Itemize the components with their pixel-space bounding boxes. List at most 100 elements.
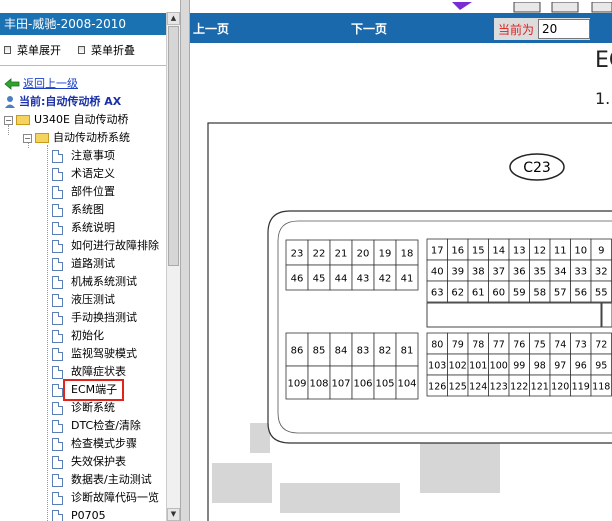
tree-leaf-item[interactable]: 道路测试 [52, 255, 115, 273]
prev-page-button[interactable]: 上一页 [193, 20, 229, 37]
tree-leaf-label: 诊断故障代码一览 [71, 491, 159, 504]
pin-number: 99 [513, 361, 525, 372]
pin-number: 62 [451, 288, 464, 299]
pin-number: 41 [401, 274, 414, 285]
pin-number: 97 [554, 361, 566, 372]
document-icon [52, 275, 63, 289]
page-nav-bar: 上一页 下一页 当前为 [190, 13, 612, 43]
pin-number: 40 [431, 267, 444, 278]
step-number: 1. [595, 89, 611, 108]
tree-leaf-label: 术语定义 [71, 167, 115, 180]
tree-leaf-item[interactable]: P0705 [52, 507, 106, 521]
pin-number: 59 [513, 288, 526, 299]
tree-leaf-item[interactable]: 检查模式步骤 [52, 435, 137, 453]
tree-leaf-label: DTC检查/清除 [71, 419, 141, 432]
tree-leaf-label: 数据表/主动测试 [71, 473, 152, 486]
current-location: 当前:自动传动桥 AX [4, 93, 121, 111]
pin-number: 13 [513, 246, 526, 257]
pin-number: 20 [357, 249, 370, 260]
pin-number: 44 [335, 274, 348, 285]
pin-number: 77 [493, 340, 505, 351]
pin-number: 76 [513, 340, 525, 351]
document-icon [52, 365, 63, 379]
pin-number: 84 [335, 346, 348, 357]
tree-leaf-item[interactable]: 监视驾驶模式 [52, 345, 137, 363]
back-arrow-icon [4, 78, 20, 90]
tree-leaf-item[interactable]: 注意事项 [52, 147, 115, 165]
next-page-button[interactable]: 下一页 [351, 20, 387, 37]
current-page-box: 当前为 [494, 18, 591, 40]
pin-number: 43 [357, 274, 370, 285]
collapse-menu-button[interactable]: 菜单折叠 [78, 42, 135, 58]
tree-leaf-item[interactable]: 失效保护表 [52, 453, 126, 471]
pin-number: 107 [331, 379, 350, 390]
current-page-input[interactable] [538, 19, 591, 39]
app-title: 丰田-威驰-2008-2010 [0, 13, 166, 35]
pin-number: 73 [575, 340, 587, 351]
pin-number: 72 [595, 340, 607, 351]
pin-group-right-bottom: 80 79 78 77 76 75 74 73 72 103 102 101 100 99 98 97 96 95… [426, 332, 612, 397]
document-page: EC 1. C23 232221201918464 [190, 43, 612, 521]
pin-group-right-top: 17 16 15 14 13 12 11 10 9 40 39 38 37 36 35 34 33 32 63 62 6… [426, 238, 612, 303]
tree-leaf-label: P0705 [71, 509, 106, 521]
document-icon [52, 203, 63, 217]
pin-group-left-bottom: 86 85 84 83 82 81 109 108 107 106 105 104 [285, 332, 419, 400]
pin-number: 126 [428, 382, 446, 393]
pin-number: 96 [575, 361, 587, 372]
pin-number: 35 [533, 267, 546, 278]
scroll-down-icon[interactable]: ▼ [167, 508, 180, 521]
tree-leaf-item[interactable]: 液压测试 [52, 291, 115, 309]
pin-number: 33 [574, 267, 587, 278]
tree-leaf-item[interactable]: 数据表/主动测试 [52, 471, 152, 489]
pin-number: 45 [313, 274, 326, 285]
tree-scrollbar[interactable]: ▲ ▼ [166, 12, 180, 521]
tree-leaf-item[interactable]: 手动换挡测试 [52, 309, 137, 327]
tree-leaf-item[interactable]: 系统说明 [52, 219, 115, 237]
document-icon [52, 221, 63, 235]
connector-label: C23 [523, 160, 551, 176]
pin-number: 12 [533, 246, 546, 257]
pin-group-left-top: 23 22 21 20 19 18 46 45 44 43 42 41 [285, 239, 419, 291]
tree-leaf-item[interactable]: 部件位置 [52, 183, 115, 201]
scroll-thumb[interactable] [168, 26, 179, 266]
document-icon [52, 401, 63, 415]
user-icon [5, 96, 15, 108]
tree-leaf-item[interactable]: 如何进行故障排除 [52, 237, 159, 255]
tree-leaf-label: 如何进行故障排除 [71, 239, 159, 252]
tree-leaf-item[interactable]: DTC检查/清除 [52, 417, 141, 435]
tree-leaf-label: 诊断系统 [71, 401, 115, 414]
document-icon [52, 509, 63, 521]
pin-number: 109 [287, 379, 306, 390]
pin-number: 122 [510, 382, 528, 393]
pin-number: 80 [431, 340, 443, 351]
tree-leaf-item[interactable]: 机械系统测试 [52, 273, 137, 291]
page-heading: EC [595, 48, 612, 73]
tree-leaf-item[interactable]: 术语定义 [52, 165, 115, 183]
tree-leaf-item[interactable]: 诊断系统 [52, 399, 115, 417]
tree-leaf-label: 系统说明 [71, 221, 115, 234]
back-link[interactable]: 返回上一级 [4, 75, 78, 93]
tree-leaf-item[interactable]: 诊断故障代码一览 [52, 489, 159, 507]
pin-number: 58 [533, 288, 546, 299]
pin-number: 56 [574, 288, 587, 299]
tree-pane: 丰田-威驰-2008-2010 菜单展开 菜单折叠 返回上一级 当前:自动传动桥… [0, 0, 180, 521]
tree-leaf-item[interactable]: 系统图 [52, 201, 104, 219]
collapse-toggle-icon[interactable]: − [23, 133, 32, 143]
pin-number: 108 [309, 379, 328, 390]
tree-node-u340e[interactable]: − U340E 自动传动桥 [4, 111, 129, 129]
scroll-up-icon[interactable]: ▲ [167, 12, 180, 25]
pin-number: 102 [449, 361, 467, 372]
expand-menu-button[interactable]: 菜单展开 [4, 42, 61, 58]
document-icon [52, 185, 63, 199]
pin-number: 57 [554, 288, 567, 299]
collapse-toggle-icon[interactable]: − [4, 115, 13, 125]
tree-node-system[interactable]: − 自动传动桥系统 [23, 129, 130, 147]
tree-leaf-label: 部件位置 [71, 185, 115, 198]
pin-number: 75 [534, 340, 546, 351]
tree-leaf-label: 监视驾驶模式 [71, 347, 137, 360]
pin-number: 55 [595, 288, 608, 299]
pane-splitter[interactable] [180, 0, 190, 521]
collapse-icon [78, 46, 85, 54]
pin-number: 106 [353, 379, 372, 390]
tree-leaf-item[interactable]: 初始化 [52, 327, 104, 345]
